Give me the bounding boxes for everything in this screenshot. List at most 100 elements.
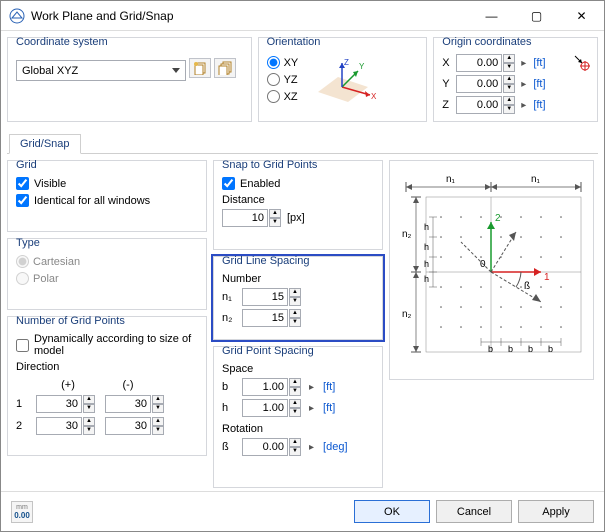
origin-x-spin[interactable]: ▲▼ bbox=[456, 54, 515, 72]
identical-checkbox[interactable]: Identical for all windows bbox=[16, 194, 198, 207]
window-title: Work Plane and Grid/Snap bbox=[31, 9, 174, 23]
arrow-icon: ▸ bbox=[309, 382, 314, 393]
apply-button[interactable]: Apply bbox=[518, 500, 594, 523]
pick-origin-icon[interactable] bbox=[573, 54, 591, 72]
spin-down-icon[interactable]: ▼ bbox=[503, 105, 515, 114]
spin-up-icon[interactable]: ▲ bbox=[289, 399, 301, 408]
manage-coordsys-button[interactable] bbox=[214, 58, 236, 78]
new-coordsys-button[interactable] bbox=[189, 58, 211, 78]
origin-z-unit[interactable]: [ft] bbox=[533, 99, 545, 111]
cancel-button[interactable]: Cancel bbox=[436, 500, 512, 523]
spin-down-icon[interactable]: ▼ bbox=[83, 404, 95, 413]
gps-b-label: b bbox=[222, 381, 236, 393]
enabled-input[interactable] bbox=[222, 177, 235, 190]
gridpointspacing-group: Grid Point Spacing Space b ▲▼ ▸ [ft] h ▲… bbox=[213, 346, 383, 488]
spin-up-icon[interactable]: ▲ bbox=[289, 309, 301, 318]
spin-up-icon[interactable]: ▲ bbox=[503, 75, 515, 84]
gps-title: Grid Point Spacing bbox=[222, 345, 314, 357]
gps-h-unit[interactable]: [ft] bbox=[323, 402, 335, 414]
spin-up-icon[interactable]: ▲ bbox=[83, 395, 95, 404]
spin-down-icon[interactable]: ▼ bbox=[289, 387, 301, 396]
spin-up-icon[interactable]: ▲ bbox=[289, 378, 301, 387]
orientation-xy-radio[interactable]: XY bbox=[267, 56, 299, 69]
np-r2p-spin[interactable]: ▲▼ bbox=[36, 417, 95, 435]
orientation-xy-input[interactable] bbox=[267, 56, 280, 69]
gls-n1-spin[interactable]: ▲▼ bbox=[242, 288, 301, 306]
gps-b-unit[interactable]: [ft] bbox=[323, 381, 335, 393]
gps-h-spin[interactable]: ▲▼ bbox=[242, 399, 301, 417]
gps-beta-unit[interactable]: [deg] bbox=[323, 441, 347, 453]
np-r1m-spin[interactable]: ▲▼ bbox=[105, 395, 164, 413]
origin-y-unit[interactable]: [ft] bbox=[533, 78, 545, 90]
type-cartesian-radio: Cartesian bbox=[16, 255, 198, 268]
np-r1p-spin[interactable]: ▲▼ bbox=[36, 395, 95, 413]
orientation-xz-input[interactable] bbox=[267, 90, 280, 103]
spin-down-icon[interactable]: ▼ bbox=[152, 426, 164, 435]
gls-number-label: Number bbox=[222, 273, 374, 285]
coord-system-combo[interactable]: Global XYZ bbox=[16, 60, 186, 81]
spin-up-icon[interactable]: ▲ bbox=[83, 417, 95, 426]
spin-down-icon[interactable]: ▼ bbox=[289, 297, 301, 306]
origin-y-input[interactable] bbox=[456, 75, 502, 93]
spin-down-icon[interactable]: ▼ bbox=[503, 63, 515, 72]
gps-rotation-label: Rotation bbox=[222, 423, 374, 435]
gls-n2-input[interactable] bbox=[242, 309, 288, 327]
visible-label: Visible bbox=[34, 178, 66, 190]
spin-down-icon[interactable]: ▼ bbox=[289, 318, 301, 327]
spin-down-icon[interactable]: ▼ bbox=[152, 404, 164, 413]
grid-title: Grid bbox=[16, 159, 37, 171]
np-r2m-spin[interactable]: ▲▼ bbox=[105, 417, 164, 435]
orientation-xz-radio[interactable]: XZ bbox=[267, 90, 299, 103]
visible-checkbox[interactable]: Visible bbox=[16, 177, 198, 190]
origin-z-spin[interactable]: ▲▼ bbox=[456, 96, 515, 114]
origin-y-spin[interactable]: ▲▼ bbox=[456, 75, 515, 93]
gps-h-label: h bbox=[222, 402, 236, 414]
spin-down-icon[interactable]: ▼ bbox=[289, 408, 301, 417]
type-title: Type bbox=[16, 237, 40, 249]
spin-up-icon[interactable]: ▲ bbox=[152, 395, 164, 404]
np-r1m-input[interactable] bbox=[105, 395, 151, 413]
spin-down-icon[interactable]: ▼ bbox=[83, 426, 95, 435]
gps-h-input[interactable] bbox=[242, 399, 288, 417]
np-r2m-input[interactable] bbox=[105, 417, 151, 435]
gps-beta-spin[interactable]: ▲▼ bbox=[242, 438, 301, 456]
tab-gridsnap[interactable]: Grid/Snap bbox=[9, 134, 81, 154]
gls-n1-input[interactable] bbox=[242, 288, 288, 306]
origin-z-input[interactable] bbox=[456, 96, 502, 114]
minimize-button[interactable]: — bbox=[469, 1, 514, 31]
spin-down-icon[interactable]: ▼ bbox=[269, 218, 281, 227]
identical-input[interactable] bbox=[16, 194, 29, 207]
np-r2p-input[interactable] bbox=[36, 417, 82, 435]
origin-x-input[interactable] bbox=[456, 54, 502, 72]
visible-input[interactable] bbox=[16, 177, 29, 190]
enabled-checkbox[interactable]: Enabled bbox=[222, 177, 374, 190]
distance-spin[interactable]: ▲▼ bbox=[222, 209, 281, 227]
spin-up-icon[interactable]: ▲ bbox=[289, 288, 301, 297]
np-r1p-input[interactable] bbox=[36, 395, 82, 413]
spin-up-icon[interactable]: ▲ bbox=[269, 209, 281, 218]
spin-down-icon[interactable]: ▼ bbox=[289, 447, 301, 456]
spin-up-icon[interactable]: ▲ bbox=[503, 54, 515, 63]
orientation-yz-radio[interactable]: YZ bbox=[267, 73, 299, 86]
svg-text:n₁: n₁ bbox=[446, 174, 456, 185]
type-polar-input bbox=[16, 272, 29, 285]
dynamic-checkbox[interactable]: Dynamically according to size of model bbox=[16, 333, 198, 357]
distance-input[interactable] bbox=[222, 209, 268, 227]
spin-up-icon[interactable]: ▲ bbox=[289, 438, 301, 447]
spin-up-icon[interactable]: ▲ bbox=[503, 96, 515, 105]
dynamic-input[interactable] bbox=[16, 339, 29, 352]
origin-x-unit[interactable]: [ft] bbox=[533, 57, 545, 69]
gps-beta-input[interactable] bbox=[242, 438, 288, 456]
gps-b-spin[interactable]: ▲▼ bbox=[242, 378, 301, 396]
gls-n2-spin[interactable]: ▲▼ bbox=[242, 309, 301, 327]
spin-up-icon[interactable]: ▲ bbox=[152, 417, 164, 426]
spin-down-icon[interactable]: ▼ bbox=[503, 84, 515, 93]
arrow-icon: ▸ bbox=[309, 442, 314, 453]
units-button[interactable]: mm 0.00 bbox=[11, 501, 33, 523]
orientation-yz-input[interactable] bbox=[267, 73, 280, 86]
close-button[interactable]: ✕ bbox=[559, 1, 604, 31]
svg-text:n₁: n₁ bbox=[531, 174, 541, 185]
ok-button[interactable]: OK bbox=[354, 500, 430, 523]
maximize-button[interactable]: ▢ bbox=[514, 1, 559, 31]
gps-b-input[interactable] bbox=[242, 378, 288, 396]
